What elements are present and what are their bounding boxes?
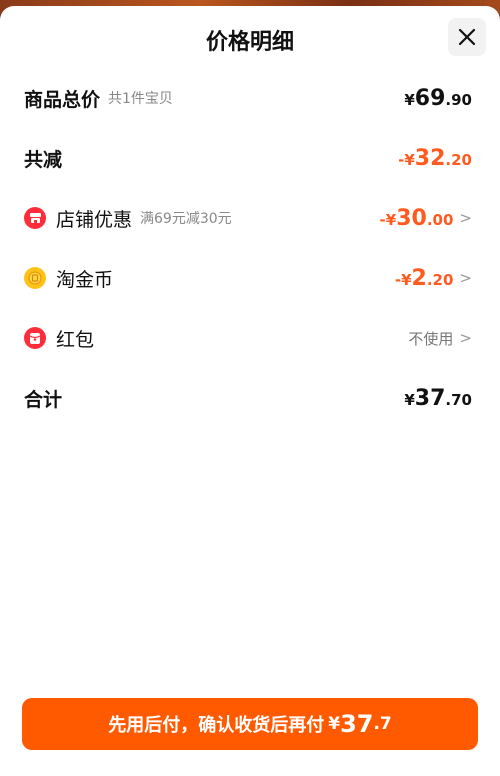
price-sign: -¥ <box>379 210 397 229</box>
goods-total-price: ¥ 69 .90 <box>404 86 472 111</box>
sheet-title: 价格明细 <box>205 30 294 55</box>
price-int: 30 <box>396 205 427 231</box>
sheet-header: 价格明细 <box>0 6 500 72</box>
discount-label: 共减 <box>24 148 63 171</box>
close-icon <box>458 28 476 46</box>
pay-later-button[interactable]: 先用后付，确认收货后再付 ¥ 37 .7 <box>22 698 478 750</box>
price-sign: ¥ <box>404 390 415 409</box>
row-goods-total: 商品总价 共1件宝贝 ¥ 69 .90 <box>24 78 472 118</box>
pay-button-sign: ¥ <box>328 714 341 734</box>
coins-label: 淘金币 <box>56 268 114 291</box>
chevron-right-icon: > <box>459 329 472 347</box>
shop-discount-label: 店铺优惠 <box>56 208 133 231</box>
price-dec: .20 <box>445 150 472 169</box>
price-dec: .00 <box>426 210 454 229</box>
shop-icon <box>24 207 46 229</box>
price-sign: ¥ <box>404 90 415 109</box>
sum-price: ¥ 37 .70 <box>404 386 472 411</box>
shop-discount-amount: -¥ 30 .00 <box>380 206 454 231</box>
row-shop-discount[interactable]: 店铺优惠 满69元减30元 -¥ 30 .00 > <box>24 198 472 238</box>
chevron-right-icon: > <box>459 269 472 287</box>
row-taobao-coins[interactable]: 淘金币 -¥ 2 .20 > <box>24 258 472 298</box>
price-dec: .90 <box>445 90 472 109</box>
goods-total-label: 商品总价 <box>24 88 101 111</box>
sum-label: 合计 <box>24 388 63 411</box>
price-dec: .70 <box>445 390 472 409</box>
row-red-packet[interactable]: 红包 不使用 > <box>24 318 472 358</box>
row-total-sum: 合计 ¥ 37 .70 <box>24 378 472 418</box>
pay-button-dec: .7 <box>373 714 392 734</box>
pay-button-int: 37 <box>340 710 374 738</box>
discount-amount: -¥ 32 .20 <box>398 146 472 171</box>
price-int: 32 <box>414 145 446 171</box>
row-total-discount: 共减 -¥ 32 .20 <box>24 138 472 178</box>
chevron-right-icon: > <box>459 209 472 227</box>
close-button[interactable] <box>448 18 486 56</box>
price-int: 37 <box>414 385 446 411</box>
pay-button-text: 先用后付，确认收货后再付 <box>108 715 325 736</box>
red-packet-icon <box>24 327 46 349</box>
shop-discount-rule: 满69元减30元 <box>140 211 232 227</box>
price-int: 2 <box>411 265 427 291</box>
price-int: 69 <box>414 85 446 111</box>
red-packet-value: 不使用 <box>408 329 454 348</box>
coins-amount: -¥ 2 .20 <box>395 266 454 291</box>
gold-coin-icon <box>24 267 46 289</box>
price-sign: -¥ <box>398 150 415 169</box>
price-sign: -¥ <box>394 270 412 289</box>
price-dec: .20 <box>426 270 454 289</box>
price-detail-sheet: 价格明细 商品总价 共1件宝贝 ¥ 69 .90 共减 -¥ 32 .20 店铺… <box>0 6 500 776</box>
red-packet-label: 红包 <box>56 328 95 351</box>
goods-count: 共1件宝贝 <box>108 91 173 107</box>
